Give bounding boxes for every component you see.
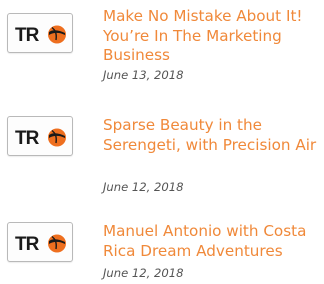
svg-text:TR: TR (15, 25, 40, 46)
tro-logo-icon: TR (15, 234, 66, 255)
post-title-link[interactable]: Make No Mistake About It! You’re In The … (103, 7, 324, 66)
post-date: June 13, 2018 (103, 68, 184, 82)
svg-text:TR: TR (15, 234, 40, 255)
post-title-link[interactable]: Manuel Antonio with Costa Rica Dream Adv… (103, 222, 324, 261)
tro-logo-icon: TR (15, 25, 66, 46)
post-date: June 12, 2018 (103, 180, 184, 194)
post-thumbnail[interactable]: TR (7, 222, 73, 262)
post-thumbnail[interactable]: TR (7, 13, 73, 53)
svg-text:TR: TR (15, 128, 40, 149)
post-thumbnail[interactable]: TR (7, 116, 73, 156)
post-title-link[interactable]: Sparse Beauty in the Serengeti, with Pre… (103, 116, 324, 155)
tro-logo-icon: TR (15, 128, 66, 149)
post-date: June 12, 2018 (103, 266, 184, 280)
